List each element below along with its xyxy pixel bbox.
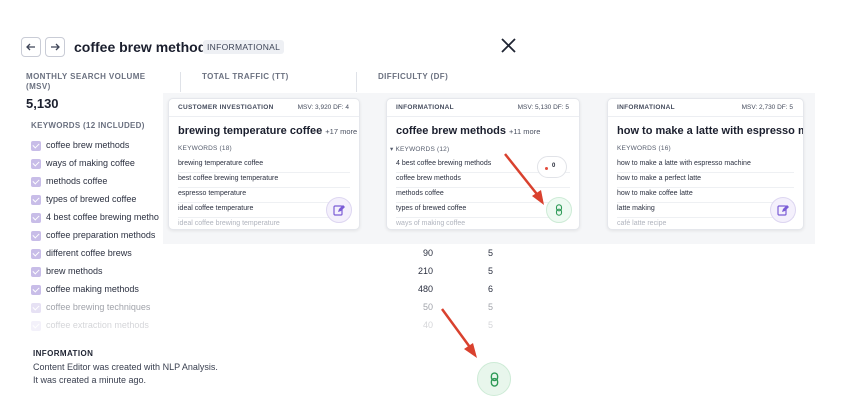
- card-header: INFORMATIONAL MSV: 2,730 DF: 5: [608, 99, 803, 117]
- intent-badge: INFORMATIONAL: [203, 40, 285, 54]
- card-intent: INFORMATIONAL: [617, 104, 675, 111]
- card-keyword: types of brewed coffee: [396, 205, 467, 212]
- card-keyword: how to make a perfect latte: [617, 175, 702, 182]
- keyword-volume: 480: [417, 284, 433, 294]
- keyword-checkbox[interactable]: [31, 213, 41, 223]
- annotation-arrow-icon: [504, 153, 544, 205]
- card-keywords-label[interactable]: ▾ KEYWORDS (12): [390, 145, 449, 153]
- card-keyword: 4 best coffee brewing methods: [396, 160, 492, 167]
- metric-divider: [356, 72, 357, 92]
- information-line: It was created a minute ago.: [33, 375, 147, 385]
- card-keywords-label[interactable]: KEYWORDS (18): [178, 145, 232, 152]
- card-keyword: how to make coffee latte: [617, 190, 693, 197]
- msv-label: MONTHLY SEARCH VOLUME (MSV): [26, 72, 146, 91]
- cluster-card[interactable]: CUSTOMER INVESTIGATION MSV: 3,920 DF: 4 …: [168, 98, 360, 230]
- keyword-text: 4 best coffee brewing metho: [46, 212, 159, 222]
- card-keyword: ways of making coffee: [396, 220, 466, 227]
- card-keyword: brewing temperature coffee: [178, 160, 264, 167]
- keyword-checkbox[interactable]: [31, 267, 41, 277]
- keyword-difficulty: 5: [487, 248, 493, 258]
- keyword-checkbox[interactable]: [31, 159, 41, 169]
- cluster-cards-panel: CUSTOMER INVESTIGATION MSV: 3,920 DF: 4 …: [163, 93, 815, 244]
- keyword-volume: 90: [422, 248, 433, 258]
- card-keyword: espresso temperature: [178, 190, 247, 197]
- keyword-text: coffee making methods: [46, 284, 139, 294]
- card-intent: CUSTOMER INVESTIGATION: [178, 104, 274, 111]
- keyword-volume: 50: [422, 302, 433, 312]
- keyword-volume: 40: [422, 320, 433, 330]
- keyword-text: coffee extraction methods: [46, 320, 149, 330]
- card-stats: MSV: 3,920 DF: 4: [297, 104, 349, 111]
- edit-button[interactable]: [326, 197, 352, 223]
- card-stats: MSV: 2,730 DF: 5: [741, 104, 793, 111]
- arrow-right-icon: [51, 43, 60, 51]
- card-keyword: ideal coffee brewing temperature: [178, 220, 280, 227]
- keyword-row[interactable]: different coffee brews 90 5: [31, 247, 511, 265]
- keyword-text: methods coffee: [46, 176, 108, 186]
- back-button[interactable]: [21, 37, 41, 57]
- card-keyword: café latte recipe: [617, 220, 667, 227]
- keyword-checkbox[interactable]: [31, 177, 41, 187]
- card-header: INFORMATIONAL MSV: 5,130 DF: 5: [387, 99, 579, 117]
- msv-value: 5,130: [26, 96, 59, 111]
- keyword-text: brew methods: [46, 266, 103, 276]
- keyword-checkbox[interactable]: [31, 285, 41, 295]
- card-header: CUSTOMER INVESTIGATION MSV: 3,920 DF: 4: [169, 99, 359, 117]
- arrow-left-icon: [26, 43, 35, 51]
- card-keywords-label[interactable]: KEYWORDS (16): [617, 145, 671, 152]
- link-icon: [555, 204, 563, 216]
- forward-button[interactable]: [45, 37, 65, 57]
- card-stats: MSV: 5,130 DF: 5: [517, 104, 569, 111]
- keyword-text: coffee preparation methods: [46, 230, 156, 240]
- card-title: coffee brew methods +11 more: [396, 125, 541, 137]
- card-keyword: latte making: [617, 205, 655, 212]
- difficulty-label: DIFFICULTY (DF): [378, 72, 449, 81]
- keyword-checkbox[interactable]: [31, 231, 41, 241]
- edit-icon: [333, 205, 345, 216]
- edit-button[interactable]: [770, 197, 796, 223]
- keyword-volume: 210: [417, 266, 433, 276]
- keyword-text: coffee brewing techniques: [46, 302, 151, 312]
- card-title: how to make a latte with espresso m…: [617, 125, 804, 137]
- annotation-arrow-icon: [440, 308, 477, 358]
- keywords-header: KEYWORDS (12 INCLUDED): [31, 121, 145, 130]
- traffic-label: TOTAL TRAFFIC (TT): [202, 72, 289, 81]
- keyword-row[interactable]: coffee making methods 480 6: [31, 283, 511, 301]
- keyword-row[interactable]: brew methods 210 5: [31, 265, 511, 283]
- link-button[interactable]: [477, 362, 511, 396]
- keyword-difficulty: 6: [487, 284, 493, 294]
- close-icon[interactable]: [500, 37, 517, 54]
- keyword-difficulty: 5: [487, 266, 493, 276]
- edit-icon: [777, 205, 789, 216]
- information-title: INFORMATION: [33, 349, 94, 358]
- information-line: Content Editor was created with NLP Anal…: [33, 362, 218, 372]
- keyword-text: coffee brew methods: [46, 140, 130, 150]
- card-keyword: how to make a latte with espresso machin…: [617, 160, 751, 167]
- card-title: brewing temperature coffee +17 more: [178, 125, 358, 137]
- keyword-text: different coffee brews: [46, 248, 132, 258]
- card-intent: INFORMATIONAL: [396, 104, 454, 111]
- keyword-checkbox[interactable]: [31, 321, 41, 331]
- card-keyword: coffee brew methods: [396, 175, 461, 182]
- keyword-checkbox[interactable]: [31, 195, 41, 205]
- keyword-text: ways of making coffee: [46, 158, 135, 168]
- card-keyword: ideal coffee temperature: [178, 205, 254, 212]
- keyword-checkbox[interactable]: [31, 303, 41, 313]
- keyword-text: types of brewed coffee: [46, 194, 137, 204]
- card-keyword: best coffee brewing temperature: [178, 175, 279, 182]
- keyword-checkbox[interactable]: [31, 249, 41, 259]
- keyword-checkbox[interactable]: [31, 141, 41, 151]
- page-title: coffee brew methods: [74, 39, 215, 55]
- cluster-card[interactable]: INFORMATIONAL MSV: 2,730 DF: 5 how to ma…: [607, 98, 804, 230]
- card-keyword: methods coffee: [396, 190, 444, 197]
- link-icon: [490, 371, 498, 387]
- metric-divider: [180, 72, 181, 92]
